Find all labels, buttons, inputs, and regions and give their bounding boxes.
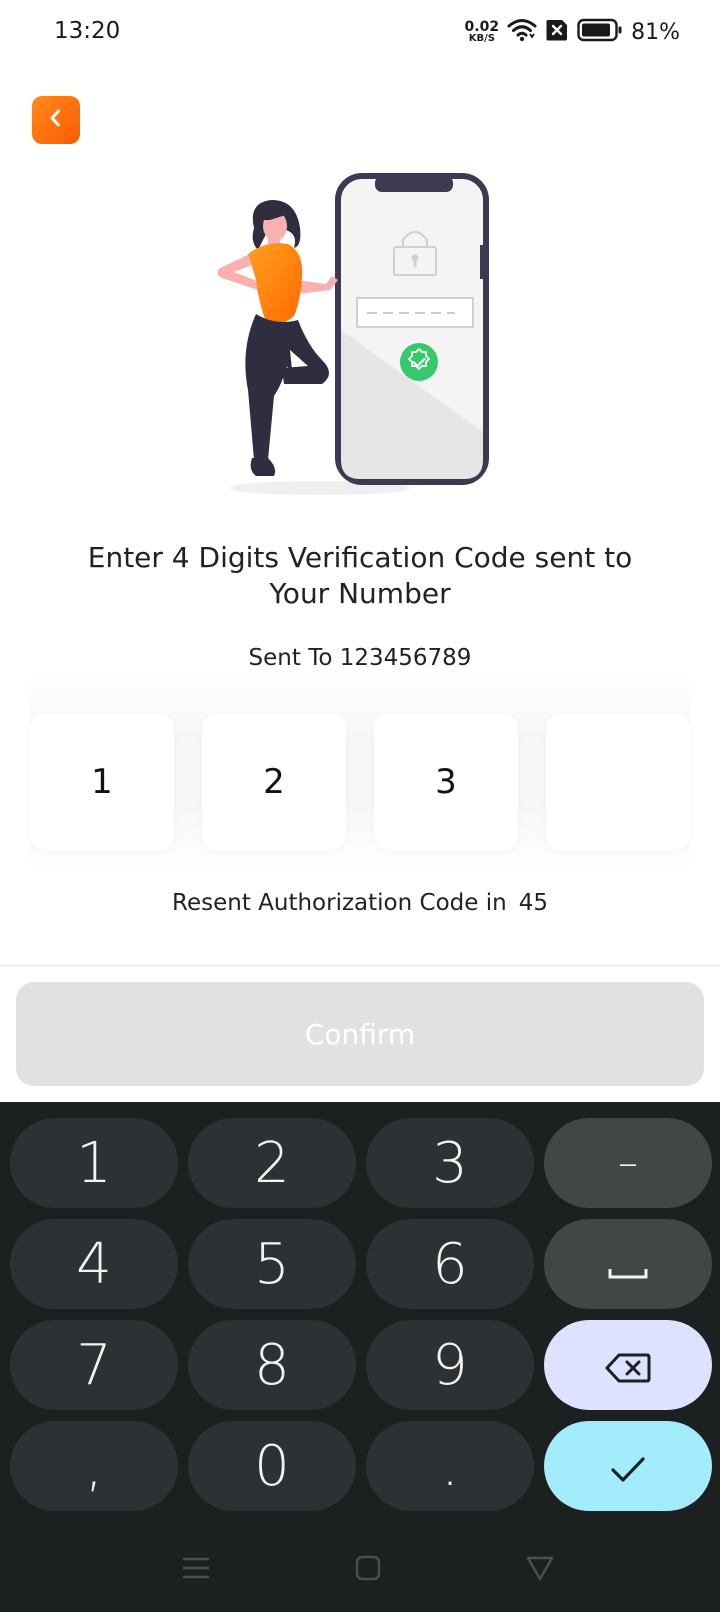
- system-nav-bar: [0, 1528, 720, 1612]
- home-button[interactable]: [348, 1550, 388, 1590]
- key-comma[interactable]: ,: [10, 1421, 178, 1511]
- battery-icon: [577, 18, 623, 47]
- battery-percent: 81%: [631, 19, 680, 45]
- status-bar: 13:20 0.02 KB/S 81%: [0, 0, 720, 66]
- menu-button[interactable]: [176, 1550, 216, 1590]
- wifi-icon: [507, 17, 537, 48]
- network-speed-unit: KB/S: [468, 33, 495, 44]
- sim-disabled-icon: [545, 19, 569, 46]
- network-speed-value: 0.02: [464, 19, 500, 35]
- checkmark-icon: [608, 1434, 648, 1499]
- key-8[interactable]: 8: [188, 1320, 356, 1410]
- key-dot[interactable]: .: [366, 1421, 534, 1511]
- resend-countdown: 45: [518, 890, 548, 916]
- key-2[interactable]: 2: [188, 1118, 356, 1208]
- verification-illustration: [210, 170, 500, 500]
- resend-timer: Resent Authorization Code in 45: [60, 890, 660, 916]
- key-3[interactable]: 3: [366, 1118, 534, 1208]
- key-1[interactable]: 1: [10, 1118, 178, 1208]
- key-9[interactable]: 9: [366, 1320, 534, 1410]
- menu-icon: [182, 1554, 210, 1587]
- key-4[interactable]: 4: [10, 1219, 178, 1309]
- status-time: 13:20: [54, 18, 121, 44]
- key-7[interactable]: 7: [10, 1320, 178, 1410]
- key-5[interactable]: 5: [188, 1219, 356, 1309]
- key-space[interactable]: [544, 1219, 712, 1309]
- status-icons: 0.02 KB/S 81%: [465, 16, 680, 48]
- network-speed: 0.02 KB/S: [465, 20, 500, 44]
- resend-label: Resent Authorization Code in: [172, 890, 507, 916]
- otp-digit-1[interactable]: 1: [30, 714, 174, 850]
- key-backspace[interactable]: [544, 1320, 712, 1410]
- back-triangle-icon: [525, 1554, 555, 1587]
- divider: [0, 964, 720, 967]
- key-enter[interactable]: [544, 1421, 712, 1511]
- back-nav-button[interactable]: [520, 1550, 560, 1590]
- back-button[interactable]: [32, 96, 80, 144]
- backspace-icon: [605, 1333, 651, 1398]
- chevron-left-icon: [46, 108, 66, 133]
- key-0[interactable]: 0: [188, 1421, 356, 1511]
- sent-to-label: Sent To 123456789: [248, 645, 472, 671]
- otp-digit-2[interactable]: 2: [202, 714, 346, 850]
- key-6[interactable]: 6: [366, 1219, 534, 1309]
- otp-input-group: 1 2 3: [30, 672, 690, 872]
- otp-digit-3[interactable]: 3: [374, 714, 518, 850]
- key-dash[interactable]: –: [544, 1118, 712, 1208]
- page-title: Enter 4 Digits Verification Code sent to…: [87, 541, 633, 610]
- confirm-button[interactable]: Confirm: [16, 982, 704, 1086]
- home-icon: [354, 1554, 382, 1587]
- space-icon: [608, 1232, 648, 1297]
- otp-digit-4[interactable]: [546, 714, 690, 850]
